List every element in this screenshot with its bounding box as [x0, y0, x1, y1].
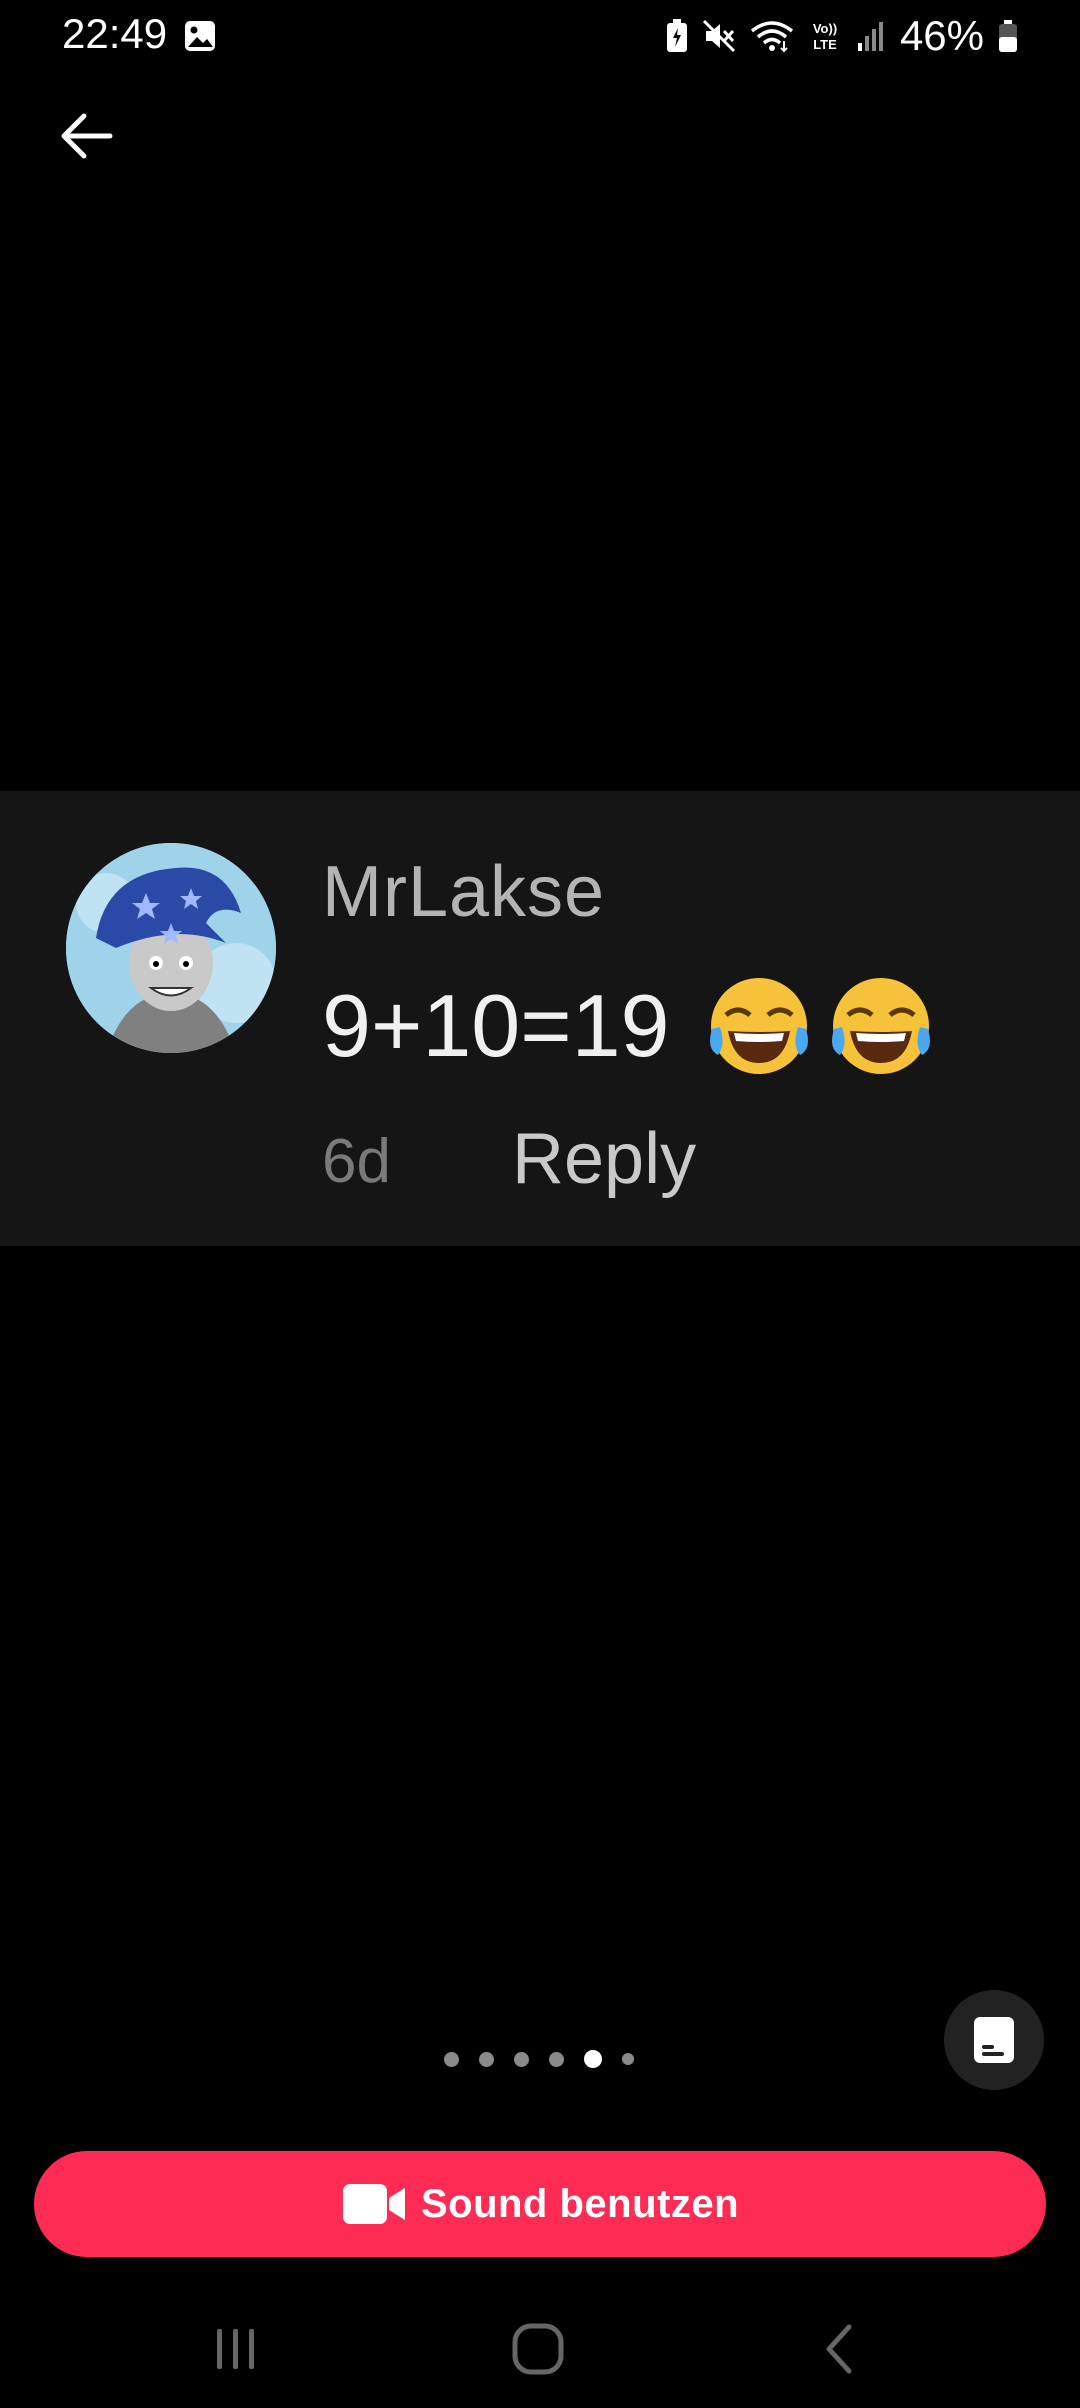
- svg-text:Vo)): Vo)): [813, 21, 837, 36]
- comment-card: MrLakse 9+10=19 6d Reply: [0, 791, 1080, 1246]
- svg-text:LTE: LTE: [813, 37, 837, 52]
- battery-icon: [999, 20, 1017, 52]
- use-sound-button[interactable]: Sound benutzen: [34, 2151, 1046, 2257]
- captions-icon: [974, 2017, 1014, 2063]
- recents-button[interactable]: [196, 2314, 276, 2384]
- pager-dot: [549, 2051, 564, 2067]
- laughing-emoji-icon: [709, 978, 808, 1074]
- use-sound-label: Sound benutzen: [420, 2181, 740, 2226]
- recents-icon: [217, 2329, 254, 2369]
- captions-button[interactable]: [944, 1990, 1044, 2090]
- signal-icon: [857, 22, 883, 51]
- battery-saver-icon: [666, 19, 687, 52]
- back-chevron-icon: [826, 2324, 852, 2374]
- pager-dot: [622, 2053, 634, 2065]
- pager-dot: [479, 2051, 494, 2067]
- volte-icon: Vo)) LTE: [813, 21, 837, 52]
- arrow-left-icon: [61, 113, 113, 159]
- gallery-icon: [185, 21, 215, 51]
- mute-icon: [702, 19, 735, 53]
- system-back-button[interactable]: [800, 2314, 880, 2384]
- comment-time: 6d: [322, 1127, 391, 1196]
- system-nav-bar: [0, 2290, 1080, 2408]
- laughing-emoji-icon: [831, 978, 930, 1074]
- status-time: 22:49: [62, 10, 168, 57]
- status-bar: 22:49 Vo)) LTE 46%: [0, 0, 1080, 72]
- battery-percent: 46%: [899, 12, 984, 59]
- comment-body: 9+10=19: [322, 971, 936, 1081]
- pager-dot: [444, 2051, 459, 2067]
- home-icon: [512, 2323, 564, 2375]
- reply-button: Reply: [512, 1119, 697, 1199]
- comment-username: MrLakse: [322, 852, 606, 932]
- avatar: [66, 843, 276, 1053]
- status-icons: Vo)) LTE 46%: [666, 10, 1018, 62]
- home-button[interactable]: [498, 2314, 578, 2384]
- photo-pager: [444, 2050, 634, 2068]
- pager-dot-active: [584, 2050, 602, 2068]
- pager-dot: [514, 2051, 529, 2067]
- wifi-icon: [750, 21, 794, 53]
- comment-text: 9+10=19: [322, 976, 670, 1075]
- video-camera-icon: [342, 2184, 405, 2224]
- back-button[interactable]: [50, 100, 122, 172]
